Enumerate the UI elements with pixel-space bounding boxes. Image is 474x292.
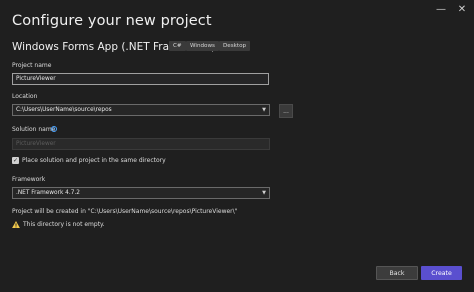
framework-label: Framework	[12, 176, 46, 183]
chevron-down-icon: ▼	[262, 107, 266, 113]
location-label: Location	[12, 93, 38, 100]
chevron-down-icon: ▼	[262, 190, 266, 196]
framework-value: .NET Framework 4.7.2	[16, 190, 80, 196]
page-title: Configure your new project	[12, 13, 212, 29]
tag-language: C#	[169, 41, 186, 51]
project-name-value: PictureViewer	[16, 76, 56, 82]
location-combobox[interactable]: C:\Users\UserName\source\repos ▼	[12, 104, 270, 116]
same-directory-checkbox[interactable]: ✓	[12, 157, 19, 164]
minimize-button[interactable]: —	[431, 2, 451, 16]
same-directory-label: Place solution and project in the same d…	[22, 157, 166, 164]
close-button[interactable]: ✕	[452, 2, 472, 16]
location-value: C:\Users\UserName\source\repos	[16, 107, 112, 113]
create-button[interactable]: Create	[421, 266, 462, 280]
info-icon[interactable]: i	[51, 126, 57, 132]
solution-name-placeholder: PictureViewer	[16, 141, 56, 147]
project-name-label: Project name	[12, 62, 52, 69]
browse-button[interactable]: ...	[279, 104, 293, 118]
solution-name-label: Solution name	[12, 126, 56, 133]
checkmark-icon: ✓	[12, 156, 19, 164]
back-button[interactable]: Back	[376, 266, 418, 280]
project-name-input[interactable]: PictureViewer	[12, 73, 269, 85]
warning-text: This directory is not empty.	[23, 221, 105, 228]
tag-platform: Windows	[186, 41, 219, 51]
solution-name-input: PictureViewer	[12, 138, 270, 150]
framework-select[interactable]: .NET Framework 4.7.2 ▼	[12, 187, 270, 199]
project-path-info: Project will be created in "C:\Users\Use…	[12, 208, 238, 215]
tag-project-type: Desktop	[219, 41, 251, 51]
warning-icon	[12, 221, 20, 228]
